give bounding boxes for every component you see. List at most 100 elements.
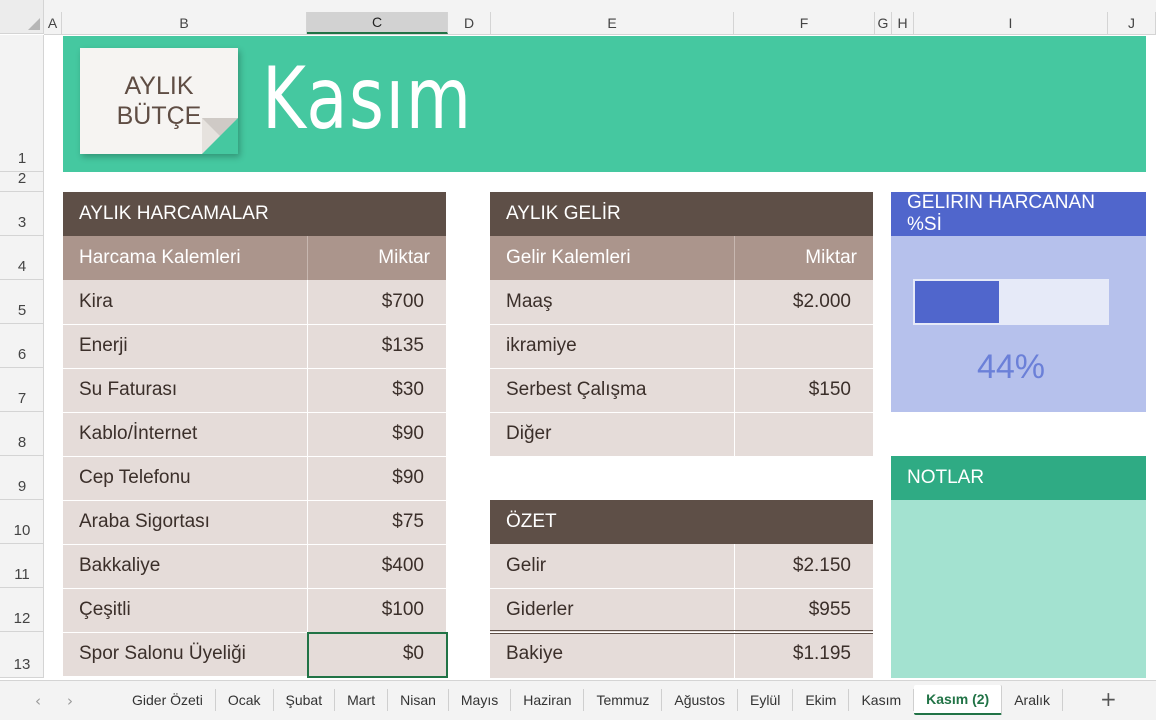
expenses-item[interactable]: Kira bbox=[63, 280, 307, 324]
sheet-tab-bar: ‹ › Gider Özeti Ocak Şubat Mart Nisan Mayıs Ha… bbox=[0, 680, 1156, 720]
expenses-item[interactable]: Spor Salonu Üyeliği bbox=[63, 632, 307, 676]
summary-item[interactable]: Giderler bbox=[490, 588, 734, 632]
row-header-2[interactable]: 2 bbox=[0, 170, 44, 192]
sheet-tab[interactable]: Aralık bbox=[1002, 689, 1063, 711]
summary-amount[interactable]: $1.195 bbox=[734, 632, 873, 676]
income-item[interactable]: Maaş bbox=[490, 280, 734, 324]
row-divider bbox=[63, 324, 446, 325]
expenses-item[interactable]: Enerji bbox=[63, 324, 307, 368]
income-amount[interactable] bbox=[734, 324, 873, 368]
expenses-amount[interactable]: $700 bbox=[307, 280, 446, 324]
summary-item[interactable]: Bakiye bbox=[490, 632, 734, 676]
row-divider bbox=[490, 588, 873, 589]
row-header-10[interactable]: 10 bbox=[0, 500, 44, 544]
sheet-tab[interactable]: Nisan bbox=[388, 689, 449, 711]
sheet-tab[interactable]: Ekim bbox=[793, 689, 850, 711]
expenses-amount[interactable]: $30 bbox=[307, 368, 446, 412]
expenses-col-item[interactable]: Harcama Kalemleri bbox=[79, 236, 241, 280]
income-amount[interactable]: $150 bbox=[734, 368, 873, 412]
row-header-5[interactable]: 5 bbox=[0, 280, 44, 324]
expenses-header[interactable]: AYLIK HARCAMALAR bbox=[63, 192, 446, 236]
badge-line-1: AYLIK bbox=[124, 72, 194, 100]
column-header-g[interactable]: G bbox=[875, 12, 892, 34]
expenses-item[interactable]: Bakkaliye bbox=[63, 544, 307, 588]
sheet-tab[interactable]: Mayıs bbox=[449, 689, 512, 711]
spent-percent-header[interactable]: GELIRIN HARCANAN %Sİ bbox=[891, 192, 1146, 236]
column-header-a[interactable]: A bbox=[44, 12, 62, 34]
summary-header[interactable]: ÖZET bbox=[490, 500, 873, 544]
scroll-tabs-left-icon[interactable]: ‹ bbox=[22, 692, 54, 710]
expenses-amount[interactable]: $75 bbox=[307, 500, 446, 544]
income-header[interactable]: AYLIK GELİR bbox=[490, 192, 873, 236]
income-item[interactable]: Diğer bbox=[490, 412, 734, 456]
expenses-body: Kira $700 Enerji $135 Su Faturası $30 Kablo/İn… bbox=[63, 280, 446, 676]
expenses-item[interactable]: Su Faturası bbox=[63, 368, 307, 412]
monthly-budget-badge: AYLIK BÜTÇE bbox=[80, 48, 238, 154]
select-all-corner[interactable] bbox=[0, 0, 44, 34]
income-amount[interactable]: $2.000 bbox=[734, 280, 873, 324]
row-header-1[interactable]: 1 bbox=[0, 35, 44, 172]
column-header-e[interactable]: E bbox=[491, 12, 734, 34]
expenses-item[interactable]: Araba Sigortası bbox=[63, 500, 307, 544]
column-header-f[interactable]: F bbox=[734, 12, 875, 34]
row-header-3[interactable]: 3 bbox=[0, 192, 44, 236]
expenses-amount[interactable]: $100 bbox=[307, 588, 446, 632]
row-header-4[interactable]: 4 bbox=[0, 236, 44, 280]
expenses-amount[interactable]: $90 bbox=[307, 412, 446, 456]
column-divider bbox=[734, 280, 735, 456]
sheet-tab[interactable]: Şubat bbox=[274, 689, 336, 711]
row-header-13[interactable]: 13 bbox=[0, 632, 44, 678]
column-header-d[interactable]: D bbox=[448, 12, 491, 34]
column-header-h[interactable]: H bbox=[892, 12, 914, 34]
income-col-item[interactable]: Gelir Kalemleri bbox=[506, 236, 631, 280]
row-divider bbox=[490, 324, 873, 325]
spent-percent-value[interactable]: 44% bbox=[891, 348, 1131, 387]
sheet-tab[interactable]: Ağustos bbox=[662, 689, 738, 711]
expenses-col-amount[interactable]: Miktar bbox=[378, 236, 430, 280]
column-header-i[interactable]: I bbox=[914, 12, 1108, 34]
income-item[interactable]: Serbest Çalışma bbox=[490, 368, 734, 412]
sheet-tabs: Gider Özeti Ocak Şubat Mart Nisan Mayıs Hazira… bbox=[120, 681, 1063, 719]
summary-item[interactable]: Gelir bbox=[490, 544, 734, 588]
column-header-j[interactable]: J bbox=[1108, 12, 1156, 34]
active-cell-selection[interactable] bbox=[307, 632, 448, 678]
sheet-tab[interactable]: Ocak bbox=[216, 689, 274, 711]
summary-amount[interactable]: $955 bbox=[734, 588, 873, 632]
column-divider bbox=[307, 280, 308, 676]
row-header-6[interactable]: 6 bbox=[0, 324, 44, 368]
expenses-item[interactable]: Cep Telefonu bbox=[63, 456, 307, 500]
sheet-tab[interactable]: Kasım (2) bbox=[914, 685, 1003, 715]
expenses-item[interactable]: Çeşitli bbox=[63, 588, 307, 632]
row-headers: 1 2 3 4 5 6 7 8 9 10 11 12 13 bbox=[0, 35, 44, 678]
summary-amount[interactable]: $2.150 bbox=[734, 544, 873, 588]
expenses-amount[interactable]: $135 bbox=[307, 324, 446, 368]
income-amount[interactable] bbox=[734, 412, 873, 456]
sheet-tab[interactable]: Temmuz bbox=[584, 689, 663, 711]
add-sheet-button[interactable]: + bbox=[1100, 687, 1117, 711]
column-header-c[interactable]: C bbox=[307, 12, 448, 34]
row-header-9[interactable]: 9 bbox=[0, 456, 44, 500]
sheet-tab[interactable]: Eylül bbox=[738, 689, 794, 711]
income-body: Maaş $2.000 ikramiye Serbest Çalışma $150 Diğ… bbox=[490, 280, 873, 456]
income-column-header: Gelir Kalemleri Miktar bbox=[490, 236, 873, 280]
row-divider bbox=[490, 368, 873, 369]
notes-area[interactable] bbox=[891, 500, 1146, 678]
row-header-11[interactable]: 11 bbox=[0, 544, 44, 588]
sheet-tab[interactable]: Haziran bbox=[511, 689, 585, 711]
notes-header[interactable]: NOTLAR bbox=[891, 456, 1146, 500]
row-header-8[interactable]: 8 bbox=[0, 412, 44, 456]
row-header-7[interactable]: 7 bbox=[0, 368, 44, 412]
income-col-amount[interactable]: Miktar bbox=[805, 236, 857, 280]
expenses-item[interactable]: Kablo/İnternet bbox=[63, 412, 307, 456]
sheet-tab[interactable]: Gider Özeti bbox=[120, 689, 216, 711]
row-header-12[interactable]: 12 bbox=[0, 588, 44, 632]
expenses-amount[interactable]: $90 bbox=[307, 456, 446, 500]
column-divider bbox=[734, 544, 735, 678]
sheet-tab[interactable]: Mart bbox=[335, 689, 389, 711]
column-header-b[interactable]: B bbox=[62, 12, 307, 34]
scroll-tabs-right-icon[interactable]: › bbox=[54, 692, 86, 710]
sheet-tab[interactable]: Kasım bbox=[849, 689, 915, 711]
expenses-amount[interactable]: $400 bbox=[307, 544, 446, 588]
income-item[interactable]: ikramiye bbox=[490, 324, 734, 368]
column-headers: ABCDEFGHIJ bbox=[44, 12, 1156, 35]
